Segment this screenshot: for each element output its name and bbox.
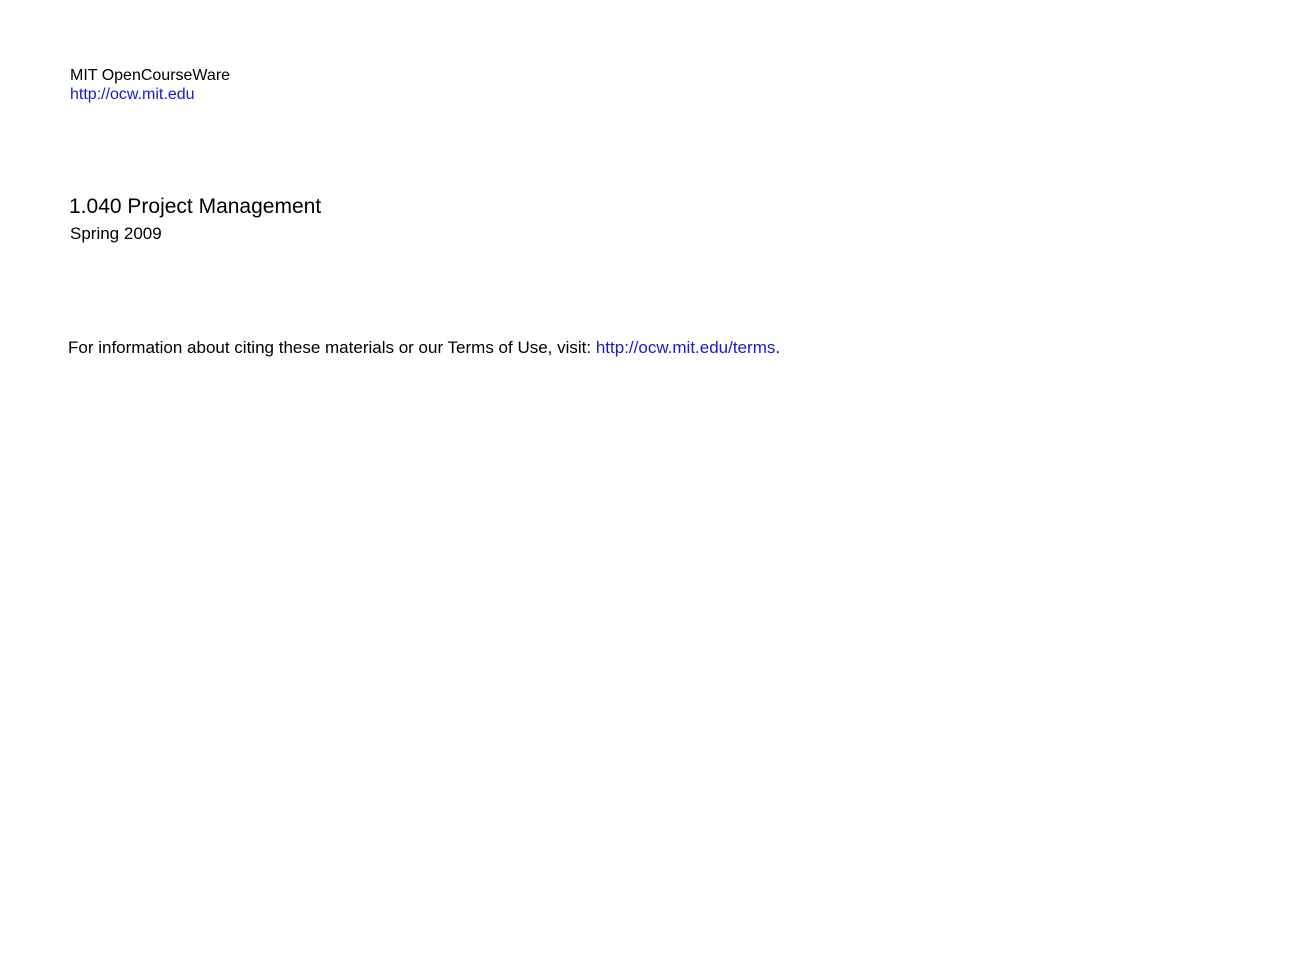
- document-page: { "header": { "org_name": "MIT OpenCours…: [0, 0, 1298, 974]
- org-name: MIT OpenCourseWare: [70, 67, 231, 84]
- course-info: 1.040 Project Management Spring 2009: [69, 194, 321, 245]
- terms-link[interactable]: http://ocw.mit.edu/terms: [596, 338, 776, 357]
- terms-notice: For information about citing these mater…: [68, 338, 780, 358]
- terms-text: For information about citing these mater…: [68, 338, 596, 357]
- terms-suffix: .: [775, 338, 781, 357]
- org-header: MIT OpenCourseWare http://ocw.mit.edu: [70, 66, 230, 104]
- org-url-link[interactable]: http://ocw.mit.edu: [70, 85, 230, 104]
- course-term: Spring 2009: [70, 224, 162, 243]
- course-title: 1.040 Project Management: [69, 195, 322, 218]
